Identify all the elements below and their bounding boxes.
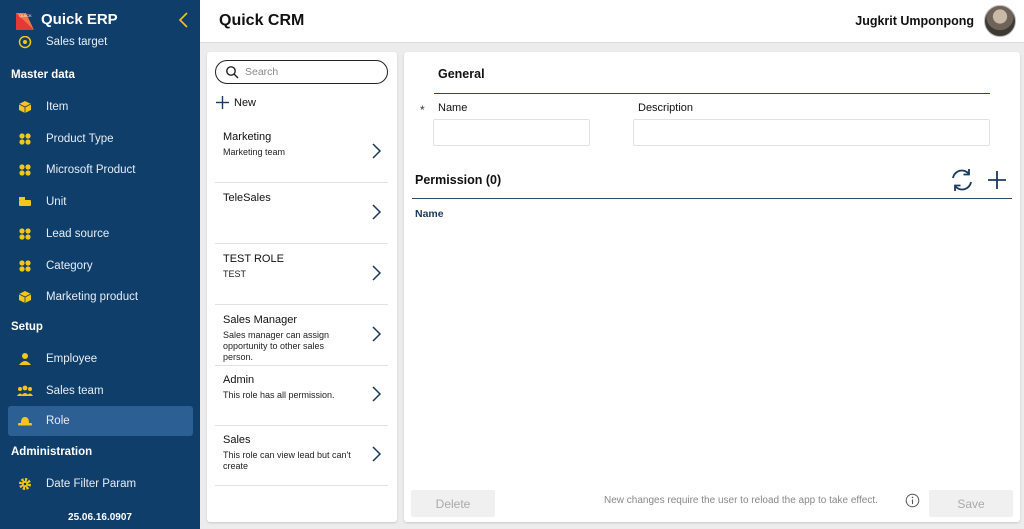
role-list-item[interactable]: TeleSales (215, 183, 388, 244)
add-permission-icon[interactable] (985, 168, 1009, 192)
chevron-right-icon (372, 446, 382, 462)
role-name: TEST ROLE (223, 253, 284, 265)
plus-icon (216, 96, 229, 109)
sidebar-item-label: Category (46, 260, 93, 272)
sidebar-item-label: Unit (46, 196, 67, 208)
refresh-icon[interactable] (949, 167, 975, 193)
hat-icon (17, 413, 33, 429)
cube-icon (17, 289, 33, 305)
sidebar-item-employee[interactable]: Employee (8, 344, 193, 374)
chevron-right-icon (372, 326, 382, 342)
role-name: Marketing (223, 131, 272, 143)
sidebar-item-label: Date Filter Param (46, 478, 137, 490)
sidebar-item-date-filter-param[interactable]: Date Filter Param (8, 469, 193, 499)
description-field[interactable] (633, 119, 990, 146)
brand-title: Quick ERP (41, 11, 118, 28)
top-header: Quick CRM Jugkrit Umponpong (200, 0, 1024, 43)
sidebar-item-sales-team[interactable]: Sales team (8, 376, 193, 406)
new-role-button[interactable]: New (216, 96, 256, 109)
sidebar: QUICK Quick ERP Sales target Master data… (0, 0, 200, 529)
sidebar-item-label: Product Type (46, 133, 114, 145)
user-name: Jugkrit Umponpong (855, 14, 974, 28)
role-description: TEST (223, 269, 247, 279)
sidebar-item-product-type[interactable]: Product Type (8, 124, 193, 154)
grid-icon (17, 162, 33, 178)
page-title: Quick CRM (219, 12, 305, 29)
sidebar-item-label: Item (46, 101, 69, 113)
sidebar-item-label: Lead source (46, 228, 110, 240)
role-description: Marketing team (223, 147, 286, 157)
chevron-right-icon (372, 386, 382, 402)
brand: QUICK Quick ERP (0, 0, 200, 40)
delete-button[interactable]: Delete (411, 490, 495, 517)
role-list-item[interactable]: Admin This role has all permission. (215, 365, 388, 426)
divider (412, 198, 1012, 199)
column-header-name: Name (415, 208, 444, 220)
role-description: This role has all permission. (223, 390, 335, 400)
description-label: Description (638, 102, 694, 114)
role-list-item[interactable]: Sales Manager Sales manager can assign o… (215, 305, 388, 366)
role-list-item[interactable]: Marketing Marketing team (215, 122, 388, 183)
new-role-label: New (234, 96, 257, 109)
sidebar-item-marketing-product[interactable]: Marketing product (8, 282, 193, 312)
role-description: Sales manager can assign opportunity to … (223, 330, 330, 362)
target-icon (17, 36, 33, 50)
name-field[interactable] (433, 119, 590, 146)
avatar[interactable] (984, 5, 1016, 37)
logo-icon: QUICK (16, 13, 34, 30)
save-button[interactable]: Save (929, 490, 1013, 517)
info-icon[interactable] (905, 493, 920, 508)
search-icon (226, 66, 239, 79)
app-version: 25.06.16.0907 (68, 512, 132, 523)
section-setup: Setup (11, 321, 43, 333)
grid-icon (17, 226, 33, 242)
grid-icon (17, 131, 33, 147)
role-name: Admin (223, 374, 255, 386)
role-name: Sales (223, 434, 251, 446)
role-name: TeleSales (223, 192, 271, 204)
chevron-right-icon (372, 143, 382, 159)
person-icon (17, 351, 33, 367)
grid-icon (17, 258, 33, 274)
section-master-data: Master data (11, 69, 75, 81)
sidebar-item-label: Sales team (46, 385, 104, 397)
tab-general[interactable]: General (438, 67, 485, 81)
role-list-item[interactable]: Sales This role can view lead but can't … (215, 425, 388, 486)
sidebar-item-label: Role (46, 415, 70, 427)
search-box[interactable] (215, 60, 388, 84)
chevron-right-icon (372, 265, 382, 281)
sidebar-item-role[interactable]: Role (8, 406, 193, 436)
chevron-right-icon (372, 204, 382, 220)
unit-icon (17, 194, 33, 210)
cube-icon (17, 99, 33, 115)
role-name: Sales Manager (223, 314, 297, 326)
sidebar-item-category[interactable]: Category (8, 251, 193, 281)
gear-icon (17, 476, 33, 492)
sidebar-item-label: Marketing product (46, 291, 139, 303)
role-list-panel: New Marketing Marketing team TeleSales T… (207, 52, 397, 522)
svg-text:QUICK: QUICK (19, 13, 32, 18)
search-input[interactable] (245, 66, 375, 78)
section-administration: Administration (11, 446, 93, 458)
sidebar-item-label: Sales target (46, 36, 108, 48)
name-label: Name (438, 102, 468, 114)
sidebar-item-item[interactable]: Item (8, 92, 193, 122)
sidebar-item-lead-source[interactable]: Lead source (8, 219, 193, 249)
sidebar-item-microsoft-product[interactable]: Microsoft Product (8, 155, 193, 185)
role-detail-panel: General * Name Description Permission (0… (404, 52, 1020, 522)
role-list-item[interactable]: TEST ROLE TEST (215, 244, 388, 305)
group-icon (17, 383, 33, 399)
sidebar-item-label: Microsoft Product (46, 164, 136, 176)
permission-title: Permission (0) (415, 173, 502, 187)
divider (434, 93, 990, 94)
sidebar-item-label: Employee (46, 353, 98, 365)
required-indicator: * (420, 103, 425, 117)
role-description: This role can view lead but can't create (223, 450, 351, 471)
sidebar-item-unit[interactable]: Unit (8, 187, 193, 217)
chevron-left-icon[interactable] (176, 10, 192, 30)
reload-notice: New changes require the user to reload t… (604, 495, 878, 506)
sidebar-item-sales-target[interactable]: Sales target (8, 36, 193, 54)
